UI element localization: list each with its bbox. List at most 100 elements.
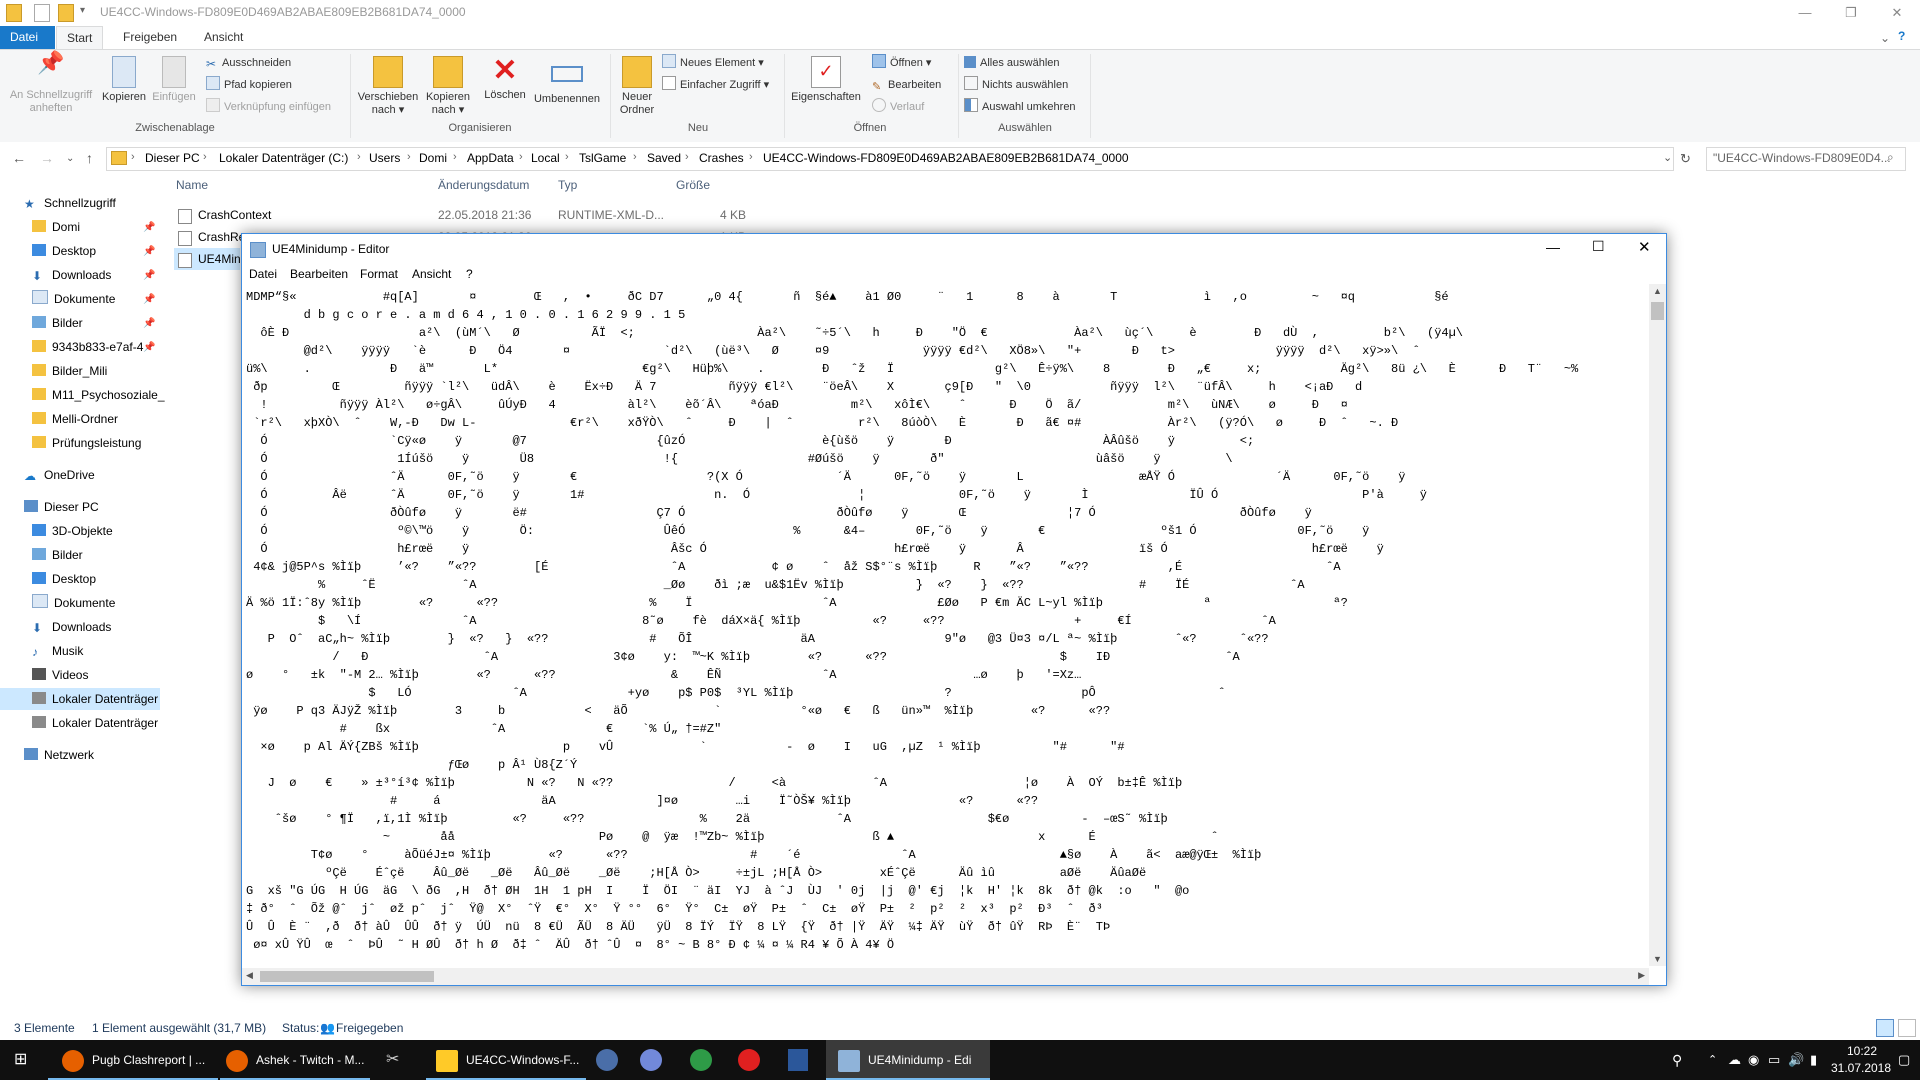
tab-freigeben[interactable]: Freigeben	[113, 26, 187, 49]
breadcrumb-saved[interactable]: Saved	[647, 151, 681, 165]
nav-quick-access[interactable]: ★ Schnellzugriff	[24, 192, 116, 214]
breadcrumb-users[interactable]: Users	[369, 151, 400, 165]
taskbar-item-firefox-1[interactable]: Pugb Clashreport | ...	[48, 1040, 218, 1080]
properties-icon[interactable]	[34, 4, 50, 22]
column-header-size[interactable]: Größe	[676, 178, 710, 192]
scroll-thumb[interactable]	[1651, 302, 1664, 320]
breadcrumb-dieser-pc[interactable]: Dieser PC	[145, 151, 200, 165]
paste-shortcut-button[interactable]: Verknüpfung einfügen	[206, 98, 331, 116]
tab-datei[interactable]: Datei	[0, 26, 55, 49]
nav-3d-objects[interactable]: 3D-Objekte	[32, 520, 113, 542]
refresh-icon[interactable]: ↻	[1680, 151, 1691, 167]
breadcrumb-local[interactable]: Local	[531, 151, 560, 165]
recent-chevron-icon[interactable]: ⌄	[66, 153, 74, 164]
scroll-down-icon[interactable]: ▼	[1653, 954, 1662, 964]
tab-start[interactable]: Start	[56, 26, 104, 50]
nav-domi[interactable]: Domi	[32, 216, 80, 238]
nav-pictures[interactable]: Bilder	[32, 312, 83, 334]
file-row[interactable]: CrashContext 22.05.2018 21:36 RUNTIME-XM…	[174, 204, 754, 226]
nav-pc-downloads[interactable]: ⬇ Downloads	[32, 616, 111, 638]
scroll-left-icon[interactable]: ◀	[246, 970, 253, 981]
notification-icon[interactable]: ▢	[1898, 1040, 1910, 1080]
copy-to-button[interactable]: Kopieren nach ▾	[420, 56, 476, 117]
menu-datei[interactable]: Datei	[249, 267, 277, 281]
search-icon[interactable]: ⌕	[1887, 150, 1894, 165]
tiles-view-icon[interactable]	[1898, 1019, 1916, 1037]
history-button[interactable]: Verlauf	[872, 98, 924, 116]
cut-button[interactable]: ✂ Ausschneiden	[206, 54, 291, 72]
breadcrumb-domi[interactable]: Domi	[419, 151, 447, 165]
address-dropdown-icon[interactable]: ⌄	[1663, 151, 1672, 164]
breadcrumb-current-folder[interactable]: UE4CC-Windows-FD809E0D469AB2ABAE809EB2B6…	[763, 151, 1129, 165]
easy-access-button[interactable]: Einfacher Zugriff ▾	[662, 76, 769, 94]
details-view-icon[interactable]	[1876, 1019, 1894, 1037]
chevron-down-icon[interactable]: ▾	[80, 5, 85, 16]
maximize-button[interactable]: ☐	[1592, 238, 1605, 255]
clock-date[interactable]: 31.07.2018	[1828, 1061, 1894, 1075]
select-none-button[interactable]: Nichts auswählen	[964, 76, 1068, 94]
scroll-thumb[interactable]	[260, 971, 434, 982]
vertical-scrollbar[interactable]: ▲ ▼	[1649, 284, 1666, 966]
maximize-button[interactable]: ❐	[1828, 0, 1874, 26]
steam-icon[interactable]	[596, 1049, 618, 1071]
nav-music[interactable]: ♪ Musik	[32, 640, 83, 662]
up-arrow-icon[interactable]: ↑	[86, 150, 93, 166]
people-icon[interactable]: ⚲	[1672, 1040, 1682, 1080]
menu-format[interactable]: Format	[360, 267, 398, 281]
file-row-selected[interactable]: UE4Mini	[174, 248, 243, 270]
clock-time[interactable]: 10:22	[1832, 1044, 1892, 1058]
column-header-type[interactable]: Typ	[558, 178, 577, 192]
close-button[interactable]: ✕	[1874, 0, 1920, 26]
nav-local-disk[interactable]: Lokaler Datenträger	[32, 712, 158, 734]
nav-pc-desktop[interactable]: Desktop	[32, 568, 96, 590]
address-bar[interactable]: › Dieser PC › Lokaler Datenträger (C:) ›…	[106, 147, 1674, 171]
invert-selection-button[interactable]: Auswahl umkehren	[964, 98, 1076, 116]
nav-m11[interactable]: M11_Psychosoziale_	[32, 384, 165, 406]
taskbar-item-explorer[interactable]: UE4CC-Windows-F...	[426, 1040, 586, 1080]
nav-pc-documents[interactable]: Dokumente	[32, 592, 115, 614]
nav-onedrive[interactable]: ☁ OneDrive	[24, 464, 95, 486]
select-all-button[interactable]: Alles auswählen	[964, 54, 1060, 72]
nav-pruefungsleistung[interactable]: Prüfungsleistung	[32, 432, 141, 454]
notepad-text-area[interactable]: MDMP“§« #q[A] ¤ Œ , • ðC D7 „0 4{ ñ §é▲ …	[246, 288, 1646, 960]
search-box[interactable]: "UE4CC-Windows-FD809E0D4... ⌕	[1706, 147, 1906, 171]
horizontal-scrollbar[interactable]: ◀ ▶	[242, 968, 1649, 985]
new-folder-button[interactable]: Neuer Ordner	[614, 56, 660, 117]
snipping-tool-icon[interactable]: ✂	[386, 1040, 399, 1080]
forward-arrow-icon[interactable]: →	[40, 150, 54, 166]
paste-button[interactable]: Einfügen	[150, 56, 198, 104]
copy-button[interactable]: Kopieren	[100, 56, 148, 104]
nav-local-disk-selected[interactable]: Lokaler Datenträger	[0, 688, 160, 710]
column-header-name[interactable]: Name	[176, 178, 208, 192]
column-header-date[interactable]: Änderungsdatum	[438, 178, 529, 192]
help-icon[interactable]: ?	[1898, 29, 1905, 43]
tab-ansicht[interactable]: Ansicht	[194, 26, 253, 49]
pin-quick-access-button[interactable]: 📌 An Schnellzugriff anheften	[6, 52, 96, 115]
minimize-button[interactable]: —	[1782, 0, 1828, 26]
nav-documents[interactable]: Dokumente	[32, 288, 115, 310]
network-icon[interactable]: ▭	[1768, 1040, 1780, 1080]
menu-ansicht[interactable]: Ansicht	[412, 267, 451, 281]
edit-button[interactable]: ✎ Bearbeiten	[872, 76, 941, 94]
new-folder-icon[interactable]	[58, 4, 74, 22]
minimize-button[interactable]: —	[1546, 239, 1560, 255]
nav-network[interactable]: Netzwerk	[24, 744, 94, 766]
delete-button[interactable]: ✕ Löschen	[478, 56, 532, 102]
open-button[interactable]: Öffnen ▾	[872, 54, 931, 72]
nav-this-pc[interactable]: Dieser PC	[24, 496, 99, 518]
breadcrumb-appdata[interactable]: AppData	[467, 151, 514, 165]
xbox-icon[interactable]	[690, 1049, 712, 1071]
close-button[interactable]: ✕	[1638, 238, 1651, 256]
move-to-button[interactable]: Verschieben nach ▾	[356, 56, 420, 117]
volume-icon[interactable]: 🔊	[1788, 1040, 1804, 1080]
nav-videos[interactable]: Videos	[32, 664, 88, 686]
app-red-icon[interactable]	[738, 1049, 760, 1071]
breadcrumb-drive[interactable]: Lokaler Datenträger (C:)	[219, 151, 348, 165]
cloud-tray-icon[interactable]: ☁	[1728, 1040, 1741, 1080]
taskbar-item-notepad[interactable]: UE4Minidump - Edi	[826, 1040, 990, 1080]
chevron-down-icon[interactable]: ⌄	[1880, 31, 1890, 45]
tray-chevron-icon[interactable]: ⌃	[1708, 1040, 1717, 1080]
nav-folder-9343[interactable]: 9343b833-e7af-4	[32, 336, 143, 358]
discord-icon[interactable]	[640, 1049, 662, 1071]
taskbar-item-firefox-2[interactable]: Ashek - Twitch - M...	[220, 1040, 370, 1080]
